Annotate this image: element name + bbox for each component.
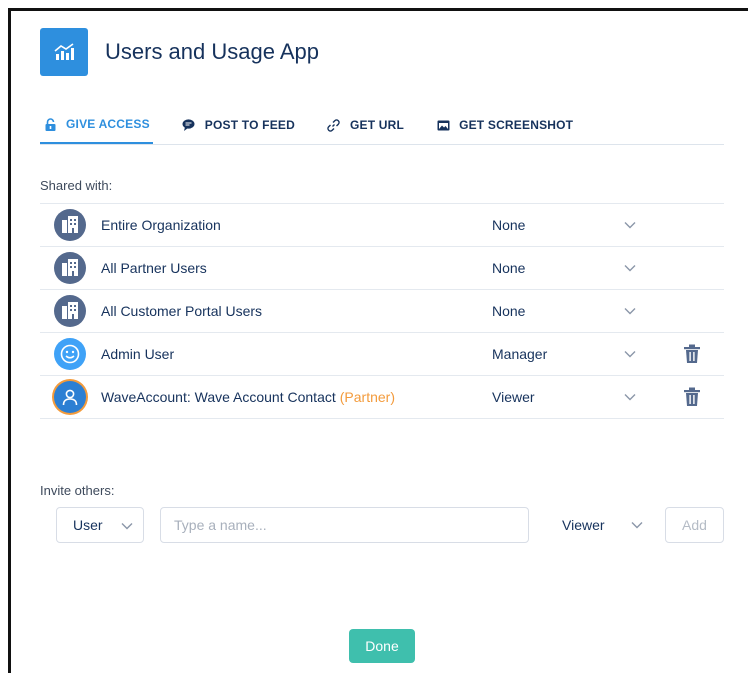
chevron-down-icon bbox=[121, 523, 133, 530]
dialog-header: Users and Usage App bbox=[40, 28, 319, 76]
building-icon bbox=[54, 295, 86, 327]
invite-role-value: Viewer bbox=[562, 517, 605, 533]
window-border-top bbox=[8, 8, 748, 11]
share-target-name: WaveAccount: Wave Account Contact (Partne… bbox=[101, 389, 395, 405]
tab-post-to-feed[interactable]: POST TO FEED bbox=[179, 106, 298, 144]
person-icon bbox=[54, 381, 86, 413]
access-level: None bbox=[492, 303, 526, 319]
smiley-avatar-icon bbox=[54, 338, 86, 370]
list-item: Admin User Manager bbox=[40, 333, 724, 376]
invite-type-value: User bbox=[73, 517, 103, 533]
tab-label: POST TO FEED bbox=[204, 118, 295, 132]
window-border-left bbox=[8, 8, 11, 673]
invite-name-input[interactable] bbox=[160, 507, 529, 543]
trash-icon[interactable] bbox=[683, 344, 701, 364]
tab-give-access[interactable]: GIVE ACCESS bbox=[40, 106, 153, 144]
tab-label: GET URL bbox=[349, 118, 405, 132]
tab-get-screenshot[interactable]: GET SCREENSHOT bbox=[433, 106, 576, 144]
partner-tag: (Partner) bbox=[339, 389, 395, 405]
done-button[interactable]: Done bbox=[349, 629, 415, 663]
access-level: None bbox=[492, 217, 526, 233]
share-target-name: Entire Organization bbox=[101, 217, 221, 233]
invite-type-select[interactable]: User bbox=[56, 507, 144, 543]
chevron-down-icon bbox=[631, 522, 643, 529]
chat-bubble-icon bbox=[182, 118, 196, 132]
list-item: WaveAccount: Wave Account Contact (Partne… bbox=[40, 376, 724, 419]
shared-with-label: Shared with: bbox=[40, 178, 113, 193]
list-item: All Partner Users None bbox=[40, 247, 724, 290]
share-tabs: GIVE ACCESS POST TO FEED GET URL GET SCR… bbox=[40, 106, 724, 145]
tab-get-url[interactable]: GET URL bbox=[324, 106, 407, 144]
lock-icon bbox=[43, 117, 57, 131]
invite-others-label: Invite others: bbox=[40, 483, 115, 498]
add-button[interactable]: Add bbox=[665, 507, 724, 543]
chevron-down-icon[interactable] bbox=[623, 390, 637, 404]
tab-label: GIVE ACCESS bbox=[66, 117, 150, 131]
list-item: All Customer Portal Users None bbox=[40, 290, 724, 333]
access-level: Manager bbox=[492, 346, 548, 362]
building-icon bbox=[54, 252, 86, 284]
chevron-down-icon[interactable] bbox=[623, 261, 637, 275]
invite-role-select[interactable]: Viewer bbox=[550, 507, 650, 543]
share-target-name: Admin User bbox=[101, 346, 175, 362]
chevron-down-icon[interactable] bbox=[623, 218, 637, 232]
chevron-down-icon[interactable] bbox=[623, 347, 637, 361]
analytics-chart-icon bbox=[40, 28, 88, 76]
share-target-name: All Customer Portal Users bbox=[101, 303, 263, 319]
tab-label: GET SCREENSHOT bbox=[459, 118, 574, 132]
invite-row: User Viewer Add bbox=[56, 507, 724, 543]
app-title: Users and Usage App bbox=[105, 39, 320, 64]
share-target-name: All Partner Users bbox=[101, 260, 207, 276]
image-icon bbox=[436, 118, 450, 132]
access-level: Viewer bbox=[492, 389, 535, 405]
link-icon bbox=[327, 118, 341, 132]
list-item: Entire Organization None bbox=[40, 204, 724, 247]
building-icon bbox=[54, 209, 86, 241]
shared-with-list: Entire Organization None All Partner Use… bbox=[40, 203, 724, 419]
trash-icon[interactable] bbox=[683, 387, 701, 407]
chevron-down-icon[interactable] bbox=[623, 304, 637, 318]
access-level: None bbox=[492, 260, 526, 276]
